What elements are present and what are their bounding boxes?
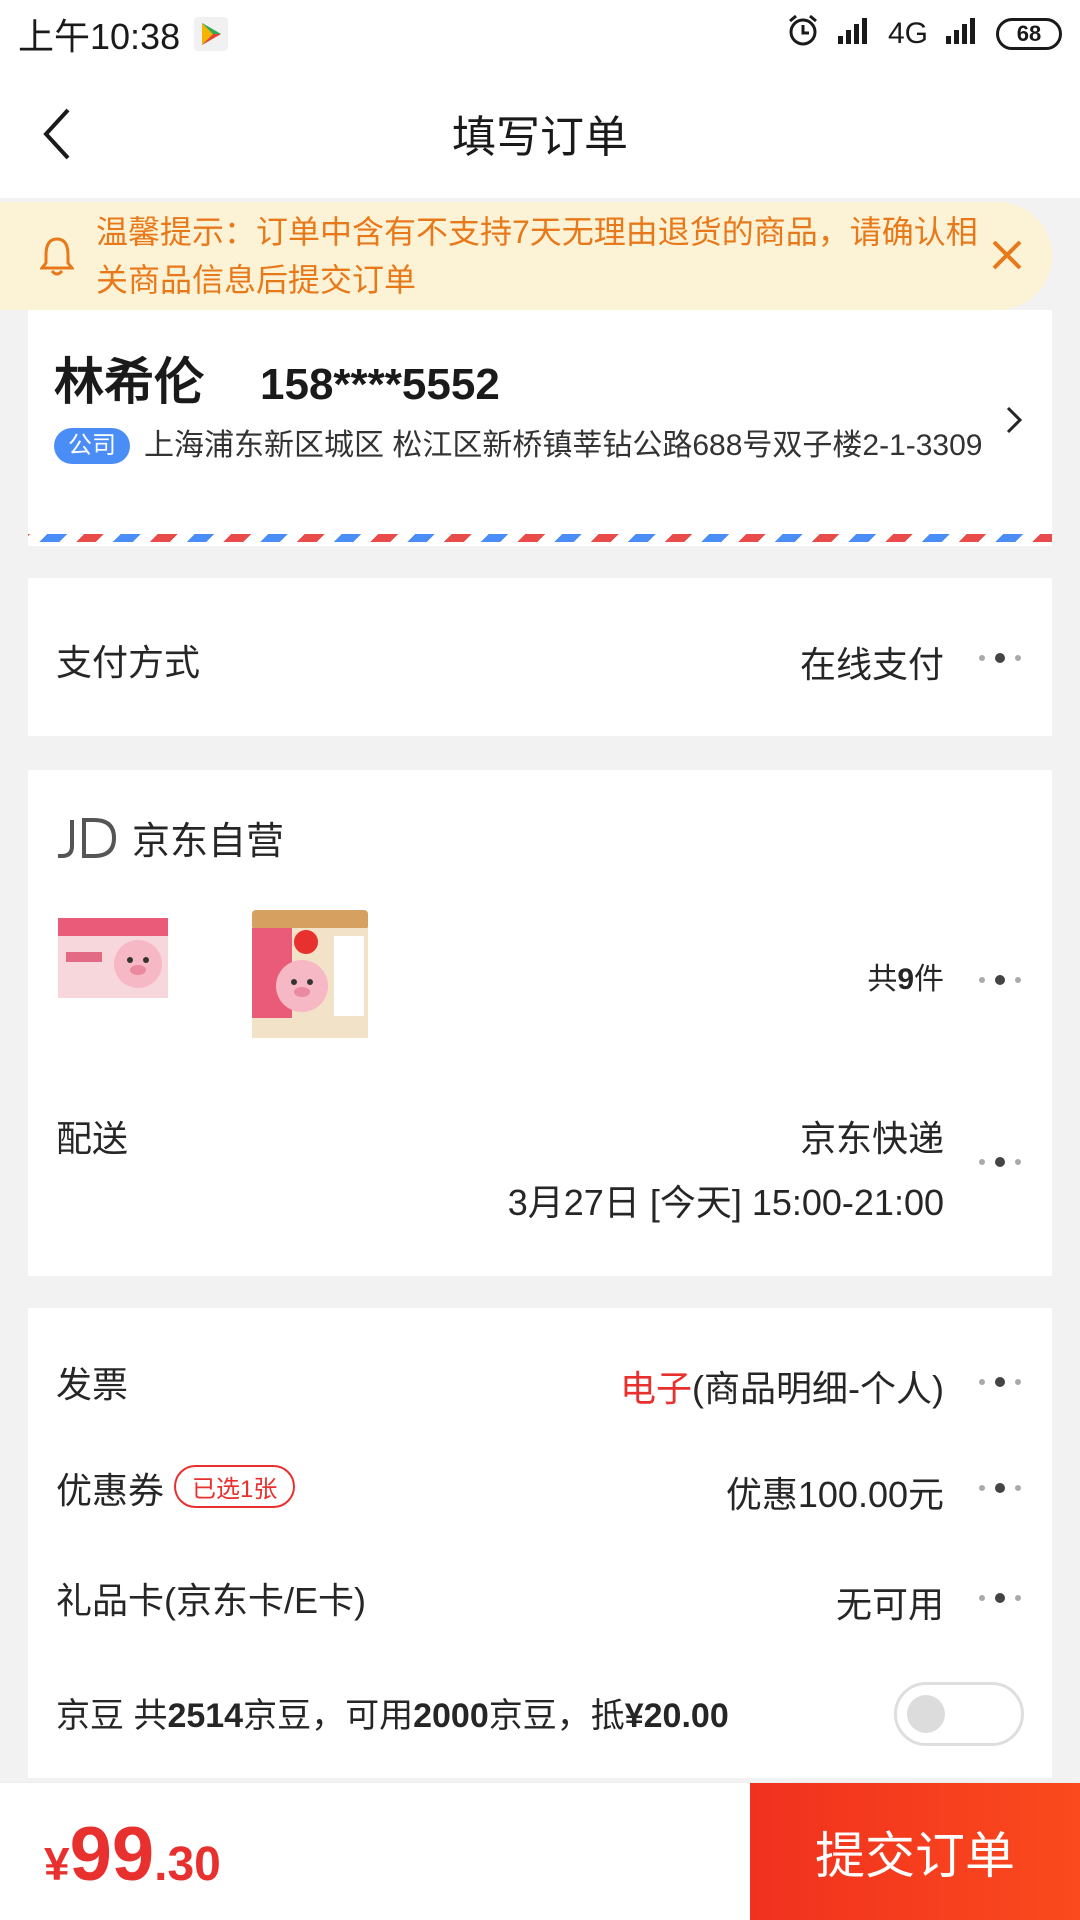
more-dots-icon xyxy=(979,1377,1021,1387)
price-currency: ¥ xyxy=(44,1838,70,1890)
checkout-bar: ¥99.30 提交订单 xyxy=(0,1782,1080,1920)
store-card: 京东自营 共9件 配送 京东快递 3月27日 [今天] 15:00-21:00 xyxy=(28,770,1052,1276)
delivery-time: 3月27日 [今天] 15:00-21:00 xyxy=(507,1182,944,1223)
product-image[interactable] xyxy=(246,906,374,1040)
coupon-selected-tag: 已选1张 xyxy=(174,1465,296,1508)
jingdou-text-part: 共 xyxy=(124,1697,168,1735)
total-price: ¥99.30 xyxy=(44,1811,221,1898)
delivery-label: 配送 xyxy=(56,1118,129,1159)
notice-text: 温馨提示：订单中含有不支持7天无理由退货的商品，请确认相关商品信息后提交订单 xyxy=(96,214,978,298)
more-dots-icon xyxy=(979,1157,1021,1167)
price-decimal: .30 xyxy=(154,1838,221,1891)
payment-value: 在线支付 xyxy=(799,644,944,685)
price-integer: 99 xyxy=(69,1812,155,1897)
network-type: 4G xyxy=(887,17,928,50)
coupon-label: 优惠券 xyxy=(56,1470,165,1511)
gift-card-value: 无可用 xyxy=(835,1584,944,1625)
jingdou-toggle[interactable] xyxy=(894,1682,1024,1746)
back-arrow-icon[interactable] xyxy=(38,106,78,162)
jd-logo-icon xyxy=(58,817,117,858)
invoice-detail: (商品明细-个人) xyxy=(692,1368,944,1409)
jingdou-text: 京豆 共2514京豆，可用2000京豆，抵¥20.00 xyxy=(56,1688,729,1737)
discount-card: 发票 电子(商品明细-个人) 优惠券 已选1张 优惠100.00元 礼品卡(京东卡… xyxy=(28,1308,1052,1778)
jingdou-available: 2000 xyxy=(413,1697,489,1735)
toggle-knob xyxy=(907,1695,945,1733)
signal-icon xyxy=(942,14,982,54)
jingdou-total: 2514 xyxy=(167,1697,244,1735)
receiver-phone: 158****5552 xyxy=(260,360,500,409)
status-time: 上午10:38 xyxy=(18,16,181,57)
status-bar: 上午10:38 4G 68 xyxy=(0,0,1080,68)
item-count-suffix: 件 xyxy=(914,963,944,996)
battery-icon: 68 xyxy=(996,18,1062,50)
coupon-label-group: 优惠券 已选1张 xyxy=(56,1462,296,1514)
jingdou-deduct: ¥20.00 xyxy=(624,1697,729,1735)
bell-icon xyxy=(40,237,74,276)
address-text: 上海浦东新区城区 松江区新桥镇莘钻公路688号双子楼2-1-3309 xyxy=(144,429,983,462)
jingdou-text-part: 京豆，抵 xyxy=(488,1697,625,1735)
payment-method-row[interactable]: 支付方式 在线支付 xyxy=(28,578,1052,736)
address-tag: 公司 xyxy=(54,428,130,464)
address-card[interactable]: 林希伦 158****5552 公司 上海浦东新区城区 松江区新桥镇莘钻公路688… xyxy=(28,310,1052,546)
close-icon[interactable] xyxy=(990,238,1024,272)
chevron-right-icon xyxy=(1006,406,1023,434)
page-header: 填写订单 xyxy=(0,68,1080,198)
receiver-name: 林希伦 xyxy=(54,354,204,410)
more-dots-icon xyxy=(979,653,1021,663)
delivery-carrier: 京东快递 xyxy=(799,1118,944,1159)
address-detail: 公司 上海浦东新区城区 松江区新桥镇莘钻公路688号双子楼2-1-3309 xyxy=(54,424,984,468)
play-store-icon xyxy=(194,17,229,51)
store-name: 京东自营 xyxy=(132,821,285,863)
invoice-type: 电子 xyxy=(620,1368,693,1409)
payment-label: 支付方式 xyxy=(56,642,201,683)
alarm-icon xyxy=(786,13,820,55)
item-count-number: 9 xyxy=(897,963,914,996)
page-title: 填写订单 xyxy=(452,113,628,162)
notice-banner: 温馨提示：订单中含有不支持7天无理由退货的商品，请确认相关商品信息后提交订单 xyxy=(0,202,1052,310)
more-dots-icon xyxy=(979,1483,1021,1493)
jingdou-label: 京豆 xyxy=(56,1697,124,1735)
submit-order-button[interactable]: 提交订单 xyxy=(750,1783,1080,1920)
more-dots-icon xyxy=(979,1593,1021,1603)
invoice-value: 电子(商品明细-个人) xyxy=(620,1360,944,1412)
jingdou-text-part: 京豆，可用 xyxy=(243,1697,414,1735)
item-count-prefix: 共 xyxy=(867,963,898,996)
more-dots-icon[interactable] xyxy=(976,974,1024,986)
battery-level: 68 xyxy=(1016,21,1042,46)
product-image[interactable] xyxy=(58,912,168,1002)
gift-card-label: 礼品卡(京东卡/E卡) xyxy=(56,1580,366,1621)
invoice-label: 发票 xyxy=(56,1364,129,1405)
coupon-value: 优惠100.00元 xyxy=(725,1474,944,1515)
signal-hd-icon xyxy=(834,14,874,54)
airmail-divider xyxy=(28,534,1052,542)
item-count[interactable]: 共9件 xyxy=(867,954,944,998)
